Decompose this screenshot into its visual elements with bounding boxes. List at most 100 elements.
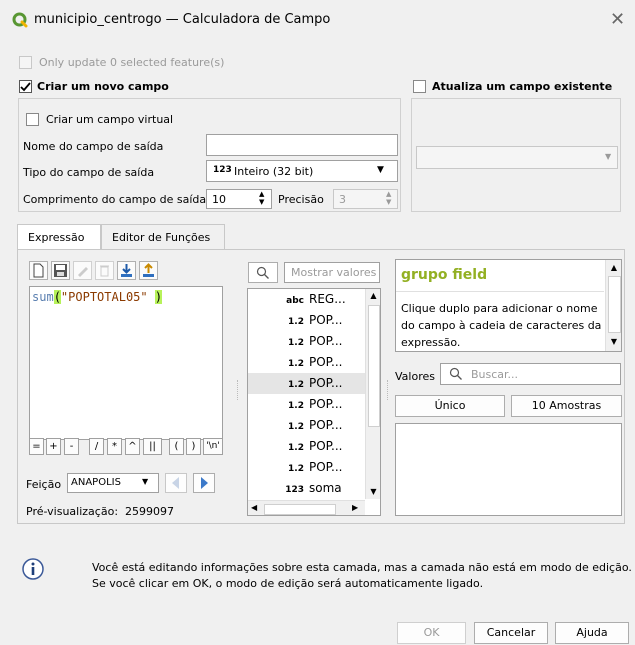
scroll-down-icon[interactable]: ▼ bbox=[606, 337, 621, 346]
virtual-field-checkbox[interactable] bbox=[26, 113, 39, 126]
splitter-handle[interactable] bbox=[237, 380, 240, 400]
operator-equals-button[interactable]: = bbox=[29, 438, 44, 455]
field-type-icon: 1.2 bbox=[288, 359, 304, 369]
only-update-checkbox[interactable] bbox=[19, 56, 32, 69]
list-item[interactable]: 1.2 POP... bbox=[248, 331, 365, 352]
operator-power-button[interactable]: ^ bbox=[125, 438, 140, 455]
search-button[interactable] bbox=[248, 262, 278, 283]
operator-open-paren-button[interactable]: ( bbox=[169, 438, 184, 455]
field-type-icon: 1.2 bbox=[288, 338, 304, 348]
list-item[interactable]: 1.2 POP... bbox=[248, 373, 365, 394]
tab-expression[interactable]: Expressão bbox=[17, 224, 101, 250]
values-search-placeholder: Buscar... bbox=[471, 368, 519, 381]
splitter-handle[interactable] bbox=[387, 380, 390, 400]
operator-divide-button[interactable]: / bbox=[89, 438, 104, 455]
export-icon[interactable] bbox=[139, 261, 158, 280]
operator-plus-button[interactable]: + bbox=[46, 438, 61, 455]
chevron-down-icon: ▼ bbox=[377, 165, 384, 175]
field-name: POP... bbox=[309, 418, 343, 432]
field-type-icon: 1.2 bbox=[288, 464, 304, 474]
values-label: Valores bbox=[395, 370, 435, 383]
scroll-up-icon[interactable]: ▲ bbox=[606, 263, 621, 272]
ok-button[interactable]: OK bbox=[397, 622, 466, 644]
output-length-spinbox[interactable]: 10 ▲ ▼ bbox=[206, 189, 272, 209]
field-type-icon: 1.2 bbox=[288, 380, 304, 390]
field-type-icon: 1.2 bbox=[288, 443, 304, 453]
field-type-icon: 1.2 bbox=[288, 422, 304, 432]
sample-values-button[interactable]: 10 Amostras bbox=[511, 395, 622, 417]
expression-close-paren: ) bbox=[154, 290, 163, 304]
save-icon[interactable] bbox=[51, 261, 70, 280]
scrollbar-thumb[interactable] bbox=[264, 504, 336, 515]
show-values-placeholder: Mostrar valores bbox=[291, 266, 377, 279]
list-item[interactable]: 1.2 POP... bbox=[248, 436, 365, 457]
update-field-checkbox[interactable] bbox=[413, 80, 426, 93]
scroll-down-icon[interactable]: ▼ bbox=[366, 487, 380, 496]
window-title: municipio_centrogo — Calculadora de Camp… bbox=[34, 12, 331, 27]
expression-arg: "POPTOTAL05" bbox=[60, 290, 148, 304]
list-item[interactable]: 1.2 POP... bbox=[248, 394, 365, 415]
new-file-icon[interactable] bbox=[29, 261, 48, 280]
import-icon[interactable] bbox=[117, 261, 136, 280]
next-feature-button[interactable] bbox=[193, 473, 215, 493]
feature-label: Feição bbox=[26, 478, 62, 491]
list-item[interactable]: 1.2 POP... bbox=[248, 310, 365, 331]
spin-arrows-icon[interactable]: ▲ ▼ bbox=[386, 190, 391, 206]
delete-icon[interactable] bbox=[95, 261, 114, 280]
values-search-input[interactable]: Buscar... bbox=[440, 363, 621, 385]
operator-close-paren-button[interactable]: ) bbox=[186, 438, 201, 455]
expression-open-paren: ( bbox=[53, 290, 61, 304]
show-values-input[interactable]: Mostrar valores bbox=[284, 262, 380, 283]
virtual-field-label: Criar um campo virtual bbox=[46, 113, 174, 126]
field-list-vertical-scrollbar[interactable]: ▲ ▼ bbox=[365, 289, 380, 499]
output-type-select[interactable]: 123 Inteiro (32 bit) ▼ bbox=[206, 160, 398, 182]
spin-arrows-icon[interactable]: ▲ ▼ bbox=[259, 190, 264, 206]
scroll-left-icon[interactable]: ◀ bbox=[251, 503, 257, 512]
help-title: grupo field bbox=[401, 267, 488, 283]
list-item[interactable]: 1.2 POP... bbox=[248, 457, 365, 478]
tab-function-editor[interactable]: Editor de Funções bbox=[101, 224, 225, 250]
field-list-items: abc REG... 1.2 POP... 1.2 POP... 1.2 POP... … bbox=[248, 289, 365, 499]
output-name-input[interactable] bbox=[206, 134, 398, 156]
list-item[interactable]: 1.2 POP... bbox=[248, 352, 365, 373]
precision-label: Precisão bbox=[278, 193, 324, 206]
cancel-button[interactable]: Cancelar bbox=[474, 622, 548, 644]
operator-minus-button[interactable]: - bbox=[64, 438, 79, 455]
tab-function-editor-label: Editor de Funções bbox=[112, 231, 211, 244]
help-button[interactable]: Ajuda bbox=[555, 622, 629, 644]
edit-icon[interactable] bbox=[73, 261, 92, 280]
list-item[interactable]: 123 soma bbox=[248, 478, 365, 499]
list-item[interactable]: abc REG... bbox=[248, 289, 365, 310]
help-scrollbar[interactable]: ▲ ▼ bbox=[605, 260, 621, 351]
field-list[interactable]: abc REG... 1.2 POP... 1.2 POP... 1.2 POP... … bbox=[247, 288, 381, 516]
field-name: soma bbox=[309, 481, 342, 495]
field-name: POP... bbox=[309, 376, 343, 390]
info-line-1: Você está editando informações sobre est… bbox=[92, 561, 632, 574]
close-icon[interactable]: ✕ bbox=[610, 9, 625, 30]
integer-type-icon: 123 bbox=[213, 165, 232, 175]
preview-value: 2599097 bbox=[125, 505, 174, 518]
expression-func: sum bbox=[32, 290, 54, 304]
scrollbar-thumb[interactable] bbox=[368, 305, 380, 427]
unique-values-button[interactable]: Único bbox=[395, 395, 505, 417]
feature-value: ANAPOLIS bbox=[71, 477, 121, 488]
field-name: REG... bbox=[309, 292, 346, 306]
expression-editor[interactable]: sum("POPTOTAL05" ) bbox=[29, 286, 223, 440]
operator-multiply-button[interactable]: * bbox=[107, 438, 122, 455]
existing-field-select[interactable]: ▼ bbox=[416, 146, 618, 169]
qgis-logo-icon bbox=[12, 12, 28, 28]
operator-newline-button[interactable]: '\n' bbox=[203, 438, 223, 455]
create-field-checkbox[interactable] bbox=[19, 80, 32, 93]
values-list[interactable] bbox=[395, 423, 622, 516]
scroll-right-icon[interactable]: ▶ bbox=[352, 503, 358, 512]
feature-select[interactable]: ANAPOLIS ▼ bbox=[67, 473, 159, 493]
operator-concat-button[interactable]: || bbox=[143, 438, 162, 455]
scroll-up-icon[interactable]: ▲ bbox=[366, 291, 380, 300]
field-list-horizontal-scrollbar[interactable]: ◀ ▶ bbox=[248, 500, 365, 515]
scrollbar-thumb[interactable] bbox=[608, 276, 621, 333]
precision-spinbox[interactable]: 3 ▲ ▼ bbox=[333, 189, 398, 209]
help-divider bbox=[396, 291, 604, 292]
list-item[interactable]: 1.2 POP... bbox=[248, 415, 365, 436]
info-icon bbox=[22, 558, 44, 580]
previous-feature-button[interactable] bbox=[165, 473, 187, 493]
